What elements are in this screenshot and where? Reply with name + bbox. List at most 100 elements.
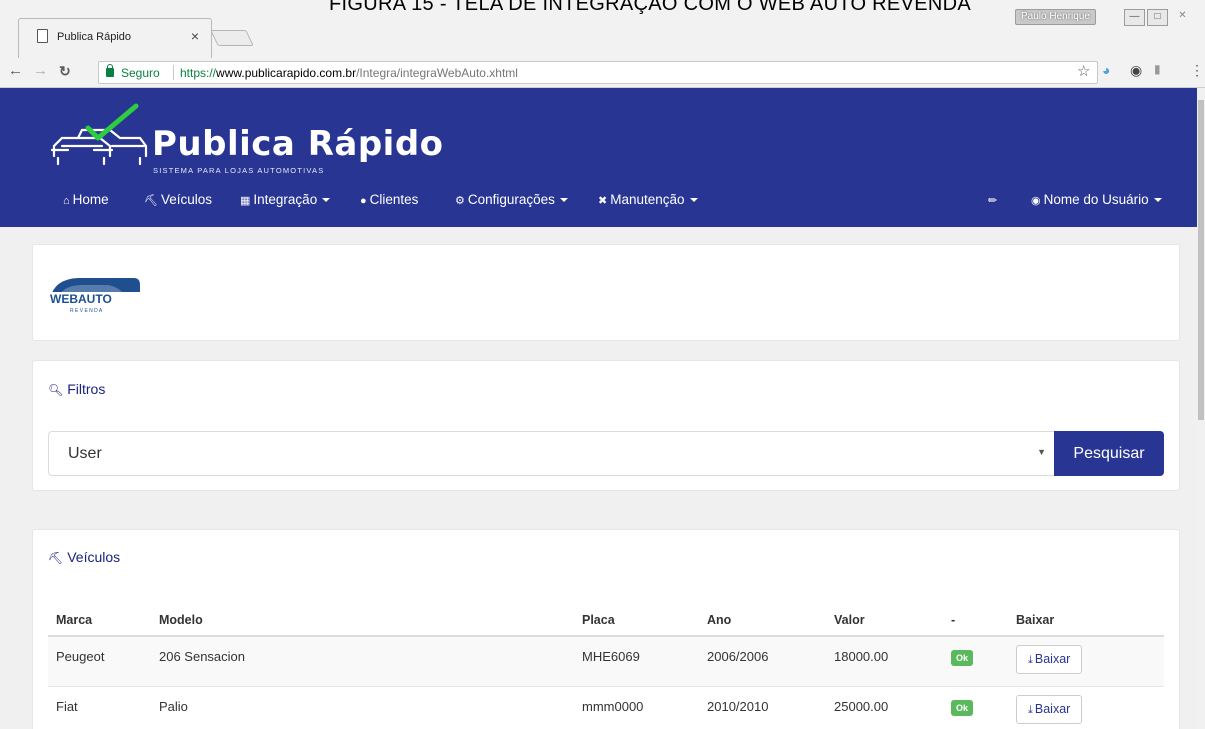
main-nav: ⌂ Home ⛏ Veículos ▦ Integração ● Clientes ⚙ C… (0, 192, 1197, 216)
filter-card: 🔍︎ Filtros User ▼ Pesquisar (32, 360, 1180, 491)
users-icon: ● (360, 195, 367, 207)
nav-integracao-label: Integração (253, 192, 318, 207)
nav-home[interactable]: ⌂ Home (63, 192, 109, 207)
cell-ano: 2006/2006 (699, 635, 826, 686)
gears-icon: ⚙ (455, 195, 465, 207)
nav-user-menu[interactable]: ◉ Nome do Usuário (1031, 192, 1162, 207)
browser-tab[interactable]: Publica Rápido × (18, 18, 212, 58)
forward-icon[interactable]: → (33, 62, 48, 79)
user-select[interactable]: User ▼ (48, 431, 1056, 476)
cell-placa: mmm0000 (574, 685, 699, 729)
brand-title: Publica Rápido (152, 124, 444, 164)
cell-ano: 2010/2010 (699, 685, 826, 729)
user-circle-icon: ◉ (1031, 195, 1041, 207)
download-button-label: Baixar (1034, 701, 1071, 716)
cell-marca: Peugeot (48, 635, 151, 686)
cell-status: Ok (943, 635, 1008, 686)
column-header: Valor (826, 604, 943, 637)
eyedropper-button[interactable]: ✏ (988, 192, 1000, 207)
nav-manutencao-label: Manutenção (610, 192, 685, 207)
cell-modelo: Palio (151, 685, 574, 729)
scrollbar-thumb[interactable] (1198, 100, 1204, 420)
car-icon: ⛏ (144, 195, 158, 207)
column-header: Marca (48, 604, 151, 637)
status-badge: Ok (951, 650, 974, 666)
webauto-logo: WEBAUTO R E V E N D A (48, 278, 140, 314)
webauto-logo-card: WEBAUTO R E V E N D A (32, 244, 1180, 341)
cell-valor: 25000.00 (826, 685, 943, 729)
download-button[interactable]: ⤓ Baixar (1016, 694, 1083, 724)
nav-user-label: Nome do Usuário (1043, 192, 1149, 207)
table-row: Peugeot 206 Sensacion MHE6069 2006/2006 … (48, 635, 1164, 686)
url-scheme: https:// (180, 66, 217, 80)
browser-toolbar: ← → ↻ Seguro https://www.publicarapido.c… (0, 58, 1205, 88)
bookmark-star-icon[interactable]: ☆ (1077, 62, 1090, 80)
page: Publica Rápido × Paulo Henrique — □ ✕ ← … (0, 0, 1205, 729)
nav-configuracoes-label: Configurações (467, 192, 555, 207)
cell-marca: Fiat (48, 685, 151, 729)
site-header: Publica Rápido SISTEMA PARA LOJAS AUTOMO… (0, 88, 1197, 227)
table-header-row: Marca Modelo Placa Ano Valor - Baixar (48, 604, 1164, 637)
tab-title: Publica Rápido (57, 31, 131, 43)
nav-clientes[interactable]: ● Clientes (360, 192, 418, 207)
extension-chart-icon[interactable]: ◕ (1102, 62, 1110, 78)
nav-clientes-label: Clientes (369, 192, 419, 207)
chevron-down-icon (559, 198, 568, 202)
page-icon (37, 29, 48, 43)
cell-valor: 18000.00 (826, 635, 943, 686)
reload-icon[interactable]: ↻ (59, 63, 71, 80)
chevron-down-icon (322, 198, 331, 202)
status-badge: Ok (951, 699, 974, 716)
vehicles-title-label: Veículos (67, 549, 121, 565)
extension-signal-icon[interactable]: ▮ (1154, 62, 1161, 76)
download-icon: ⤓ (1028, 654, 1033, 666)
cell-placa: MHE6069 (574, 635, 699, 686)
vehicles-card: ⛏ Veículos Marca Modelo Placa Ano Valor -… (32, 529, 1180, 729)
nav-configuracoes[interactable]: ⚙ Configurações (455, 192, 568, 207)
figure-caption: FIGURA 15 - TELA DE INTEGRAÇÃO COM O WEB… (329, 0, 971, 15)
nav-home-label: Home (72, 192, 109, 207)
cell-baixar: ⤓ Baixar (1008, 685, 1164, 729)
close-tab-icon[interactable]: × (191, 28, 199, 44)
url-path: /Integra/integraWebAuto.xhtml (356, 66, 518, 80)
secure-label: Seguro (121, 66, 160, 80)
filter-title: 🔍︎ Filtros (48, 381, 105, 397)
column-header: Modelo (151, 604, 574, 637)
download-button[interactable]: ⤓ Baixar (1016, 645, 1083, 674)
car-logo-icon (50, 103, 148, 166)
vehicles-title: ⛏ Veículos (48, 549, 120, 565)
divider (173, 65, 174, 80)
chevron-down-icon (689, 198, 698, 202)
cell-baixar: ⤓ Baixar (1008, 635, 1164, 686)
chevron-down-icon: ▼ (1037, 447, 1046, 457)
sitemap-icon: ▦ (240, 195, 251, 207)
nav-manutencao[interactable]: ✖ Manutenção (598, 192, 698, 207)
download-button-label: Baixar (1034, 652, 1071, 666)
page-scrollbar[interactable] (1197, 88, 1205, 729)
lock-icon (106, 64, 114, 77)
nav-integracao[interactable]: ▦ Integração (240, 192, 331, 207)
new-tab-button[interactable] (210, 30, 254, 46)
nav-veiculos-label: Veículos (160, 192, 213, 207)
brand-logo[interactable]: Publica Rápido SISTEMA PARA LOJAS AUTOMO… (48, 98, 448, 178)
back-icon[interactable]: ← (8, 62, 23, 79)
main-content: WEBAUTO R E V E N D A 🔍︎ Filtros User ▼ P… (0, 227, 1197, 729)
cell-status: Ok (943, 685, 1008, 729)
brand-subtitle: SISTEMA PARA LOJAS AUTOMOTIVAS (153, 166, 325, 175)
address-bar[interactable]: Seguro https://www.publicarapido.com.br/… (98, 61, 1098, 84)
column-header: Placa (574, 604, 699, 637)
chevron-down-icon (1153, 198, 1162, 202)
cell-modelo: 206 Sensacion (151, 635, 574, 686)
nav-veiculos[interactable]: ⛏ Veículos (144, 192, 212, 207)
url-text: https://www.publicarapido.com.br/Integra… (180, 66, 518, 80)
filter-title-label: Filtros (67, 381, 106, 397)
webauto-logo-text: WEBAUTO (50, 292, 112, 306)
search-button[interactable]: Pesquisar (1054, 431, 1164, 476)
vehicles-table: Marca Modelo Placa Ano Valor - Baixar Pe… (48, 604, 1164, 729)
extension-evernote-icon[interactable]: ◉ (1130, 62, 1142, 79)
wrench-icon: ✖ (598, 195, 608, 207)
user-select-value: User (68, 445, 102, 462)
menu-icon[interactable]: ⋮ (1190, 62, 1204, 79)
column-header: Baixar (1008, 604, 1164, 637)
table-row: Fiat Palio mmm0000 2010/2010 25000.00 Ok… (48, 685, 1164, 729)
